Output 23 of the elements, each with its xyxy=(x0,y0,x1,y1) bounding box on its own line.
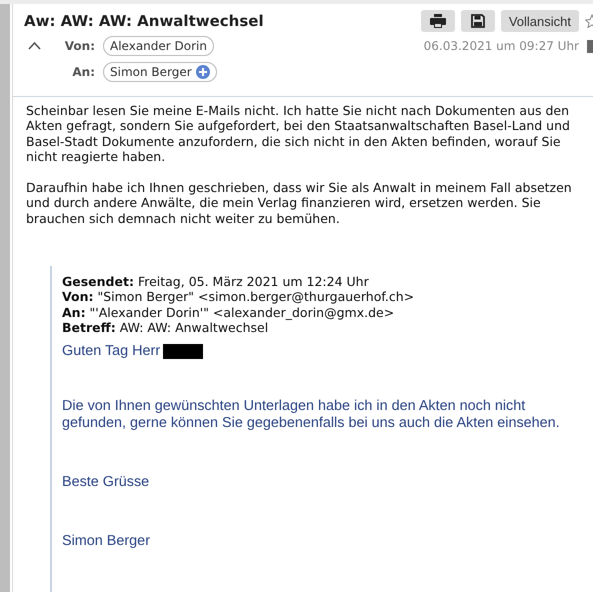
collapse-caret-icon[interactable] xyxy=(28,41,41,51)
contact-chip[interactable]: Alexander Dorin xyxy=(103,36,214,56)
quote-header-line: Betreff: AW: AW: Anwaltwechsel xyxy=(62,320,268,336)
message-date: 06.03.2021 um 09:27 Uhr xyxy=(424,39,579,53)
printer-icon xyxy=(430,14,446,28)
field-label: Von: xyxy=(64,39,95,53)
body-paragraph: Scheinbar lesen Sie meine E-Mails nicht. Ich hatte Sie nicht nach Dokumenten aus den Akten gefragt, sondern Sie aufgefordert, bei den Staatsanwaltschaften Basel-Land und Basel-Stadt Dokumente anzufordern, die sich nicht in den Akten befinden, worauf Sie nicht reagierte haben. xyxy=(26,103,571,164)
message-subject: Aw: AW: AW: Anwaltwechsel xyxy=(24,12,265,30)
quote-header-line: Gesendet: Freitag, 05. März 2021 um 12:24 Uhr xyxy=(62,274,370,290)
quote-header-line: An: "'Alexander Dorin'" <alexander_dorin@gmx.de> xyxy=(62,304,396,320)
field-label: An: xyxy=(71,65,95,79)
contact-chip[interactable]: Simon Berger xyxy=(103,62,217,82)
quote-paragraph: Die von Ihnen gewünschten Unterlagen habe ich in den Akten noch nicht gefunden, gerne können Sie gegebenenfalls bei uns auch die Akten einsehen. xyxy=(62,398,561,432)
scrollbar[interactable] xyxy=(0,4,10,592)
full-view-button[interactable]: Vollansicht xyxy=(500,10,579,32)
quote-header-line: Von: "Simon Berger" <simon.berger@thurgauerhof.ch> xyxy=(62,289,416,305)
quote-paragraph: Beste Grüsse xyxy=(62,474,150,492)
body-paragraph: Daraufhin habe ich Ihnen geschrieben, dass wir Sie als Anwalt in meinem Fall absetzen und durch andere Anwälte, die mein Verlag finanzieren wird, ersetzen werden. Sie brauchen sich demnach nicht weiter zu bemühen. xyxy=(26,180,573,226)
add-contact-icon[interactable] xyxy=(196,65,210,79)
quote-paragraph: Simon Berger xyxy=(62,533,150,550)
quote-paragraph: Guten Tag Herr xyxy=(62,343,160,360)
print-button[interactable] xyxy=(420,10,455,32)
save-button[interactable] xyxy=(460,10,495,32)
